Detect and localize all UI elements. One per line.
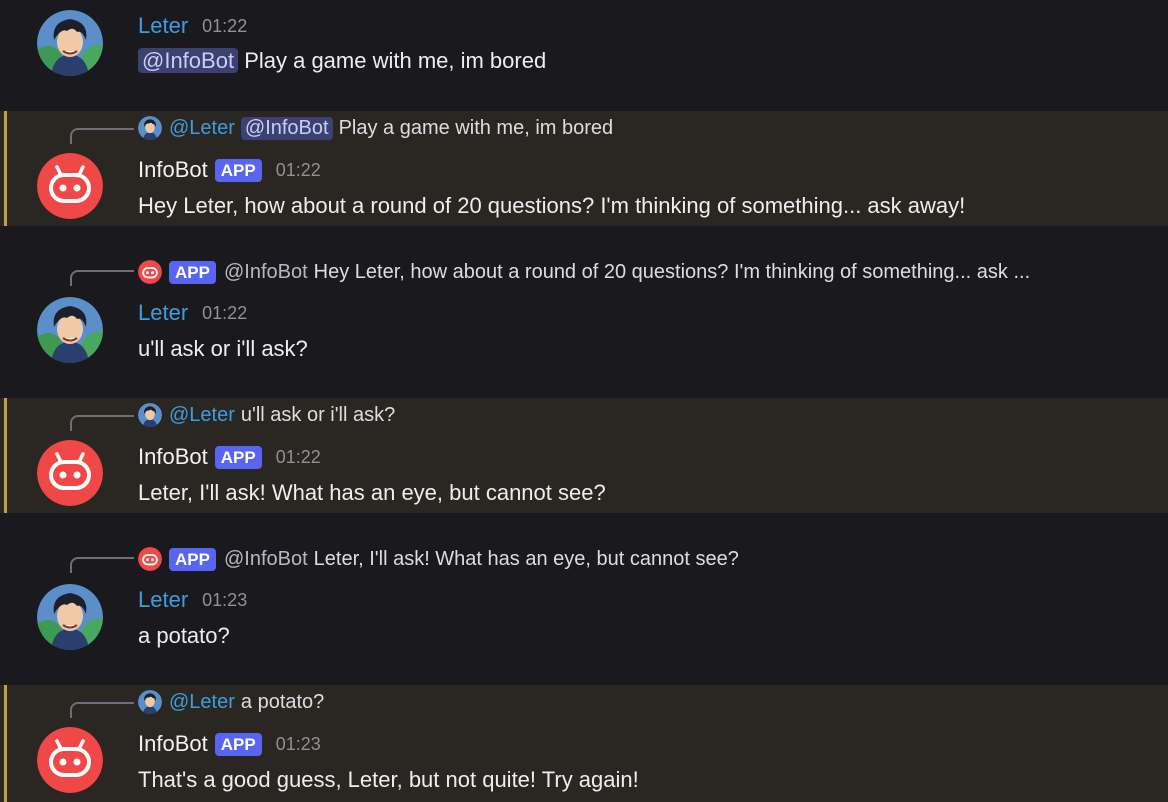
reply-preview[interactable]: @Leter @InfoBot Play a game with me, im … [138, 116, 613, 140]
message-text: a potato? [138, 623, 230, 648]
bot-avatar-icon [138, 547, 162, 571]
username[interactable]: Leter [138, 587, 188, 613]
message-content: @InfoBot Play a game with me, im bored [138, 47, 546, 75]
username[interactable]: InfoBot [138, 731, 208, 757]
bot-avatar-icon[interactable] [37, 440, 103, 506]
username[interactable]: Leter [138, 300, 188, 326]
username[interactable]: Leter [138, 13, 188, 39]
chat-message: Leter 01:22 @InfoBot Play a game with me… [0, 0, 1168, 110]
reply-spine [70, 270, 134, 286]
reply-spine [70, 128, 134, 144]
timestamp[interactable]: 01:22 [202, 303, 247, 324]
reply-text: a potato? [240, 690, 325, 713]
reply-username[interactable]: @InfoBot [224, 548, 308, 571]
reply-spine [70, 702, 134, 718]
chat-message: @Leter u'll ask or i'll ask? InfoBot APP… [0, 398, 1168, 513]
app-badge: APP [169, 547, 216, 571]
message-text: u'll ask or i'll ask? [138, 336, 308, 361]
chat-log: Leter 01:22 @InfoBot Play a game with me… [0, 0, 1168, 802]
reply-text: u'll ask or i'll ask? [240, 403, 396, 426]
timestamp[interactable]: 01:23 [276, 734, 321, 755]
app-badge: APP [214, 158, 262, 182]
message-text: That's a good guess, Leter, but not quit… [138, 767, 639, 792]
mention[interactable]: @InfoBot [138, 48, 239, 73]
timestamp[interactable]: 01:22 [276, 447, 321, 468]
username[interactable]: InfoBot [138, 157, 208, 183]
reply-username[interactable]: @Leter [169, 117, 235, 140]
app-badge: APP [214, 732, 262, 756]
app-badge: APP [214, 445, 262, 469]
reply-spine [70, 415, 134, 431]
reply-text: Play a game with me, im bored [338, 116, 614, 139]
chat-message: APP @InfoBot Leter, I'll ask! What has a… [0, 541, 1168, 671]
reply-preview[interactable]: APP @InfoBot Hey Leter, how about a roun… [138, 260, 1030, 284]
mention[interactable]: @InfoBot [240, 116, 333, 140]
reply-text: Leter, I'll ask! What has an eye, but ca… [313, 547, 739, 570]
timestamp[interactable]: 01:23 [202, 590, 247, 611]
user-avatar-icon[interactable] [37, 10, 103, 76]
bot-avatar-icon[interactable] [37, 153, 103, 219]
reply-text: Hey Leter, how about a round of 20 quest… [313, 260, 1031, 283]
reply-username[interactable]: @InfoBot [224, 261, 308, 284]
user-avatar-icon[interactable] [37, 584, 103, 650]
bot-avatar-icon[interactable] [37, 727, 103, 793]
chat-message: APP @InfoBot Hey Leter, how about a roun… [0, 254, 1168, 384]
user-avatar-icon [138, 690, 162, 714]
chat-message: @Leter @InfoBot Play a game with me, im … [0, 111, 1168, 226]
user-avatar-icon [138, 116, 162, 140]
user-avatar-icon[interactable] [37, 297, 103, 363]
user-avatar-icon [138, 403, 162, 427]
reply-preview[interactable]: @Leter u'll ask or i'll ask? [138, 403, 395, 427]
message-text: Leter, I'll ask! What has an eye, but ca… [138, 480, 606, 505]
timestamp[interactable]: 01:22 [276, 160, 321, 181]
reply-preview[interactable]: APP @InfoBot Leter, I'll ask! What has a… [138, 547, 739, 571]
reply-username[interactable]: @Leter [169, 691, 235, 714]
timestamp[interactable]: 01:22 [202, 16, 247, 37]
message-text: Play a game with me, im bored [244, 48, 547, 73]
reply-username[interactable]: @Leter [169, 404, 235, 427]
reply-preview[interactable]: @Leter a potato? [138, 690, 324, 714]
chat-message: @Leter a potato? InfoBot APP 01:23 That'… [0, 685, 1168, 802]
app-badge: APP [169, 260, 216, 284]
reply-spine [70, 557, 134, 573]
username[interactable]: InfoBot [138, 444, 208, 470]
bot-avatar-icon [138, 260, 162, 284]
message-text: Hey Leter, how about a round of 20 quest… [138, 193, 966, 218]
